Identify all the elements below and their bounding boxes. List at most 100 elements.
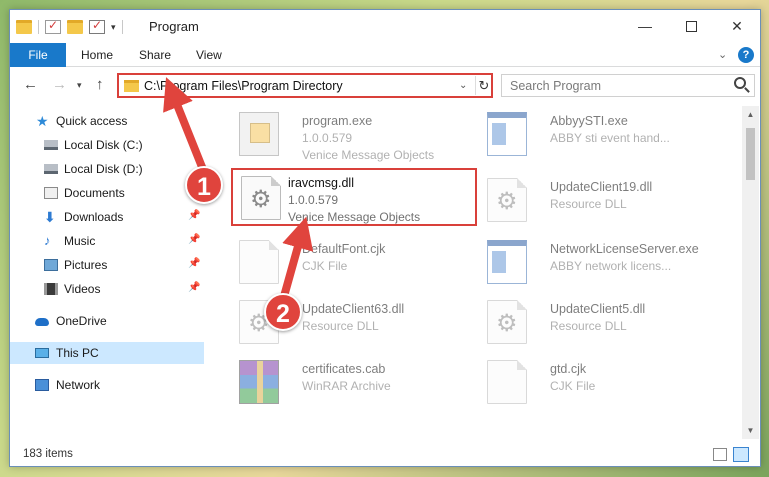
toolbar-divider bbox=[38, 20, 39, 34]
properties-icon[interactable] bbox=[45, 18, 61, 34]
help-icon[interactable]: ? bbox=[738, 47, 754, 63]
address-path[interactable]: C:\Program Files\Program Directory bbox=[144, 79, 343, 93]
expand-ribbon-chevron-icon[interactable]: ⌄ bbox=[718, 48, 727, 61]
vertical-scrollbar[interactable]: ▲ ▼ bbox=[742, 106, 759, 439]
file-name: AbbyySTI.exe bbox=[550, 114, 628, 128]
file-version: 1.0.0.579 bbox=[302, 131, 353, 145]
exe-icon bbox=[239, 112, 279, 156]
window-title: Program bbox=[149, 19, 199, 34]
file-item-iravcmsg-dll[interactable]: iravcmsg.dll 1.0.0.579 Venice Message Ob… bbox=[231, 168, 477, 226]
address-dropdown-chevron-icon[interactable]: ⌄ bbox=[459, 80, 467, 91]
status-bar: 183 items bbox=[10, 443, 760, 466]
file-type: Resource DLL bbox=[550, 319, 627, 333]
file-version: 1.0.0.579 bbox=[288, 193, 339, 207]
file-item-updateclient19-dll[interactable]: UpdateClient19.dll Resource DLL bbox=[479, 174, 719, 226]
title-bar: ▾ Program — ✕ bbox=[10, 10, 760, 43]
scroll-up-arrow-icon[interactable]: ▲ bbox=[742, 106, 759, 123]
file-name: DefaultFont.cjk bbox=[302, 242, 386, 256]
gear-file-icon bbox=[487, 300, 527, 344]
sidebar-item-label: Quick access bbox=[56, 114, 128, 128]
sidebar-item-label: Local Disk (D:) bbox=[64, 162, 143, 176]
step-1-badge: 1 bbox=[185, 166, 223, 204]
file-description: Venice Message Objects bbox=[288, 210, 421, 224]
refresh-icon[interactable]: ↻ bbox=[475, 76, 492, 95]
file-item-abbyysti-exe[interactable]: AbbyySTI.exe ABBY sti event hand... bbox=[479, 108, 719, 160]
pin-icon[interactable]: 📌 bbox=[188, 234, 200, 245]
sidebar-item-videos[interactable]: Videos 📌 bbox=[10, 278, 204, 300]
pin-icon[interactable]: 📌 bbox=[188, 258, 200, 269]
file-type: Resource DLL bbox=[302, 319, 379, 333]
sidebar-item-downloads[interactable]: ⬇ Downloads 📌 bbox=[10, 206, 204, 228]
sidebar-item-label: OneDrive bbox=[56, 314, 107, 328]
tab-home[interactable]: Home bbox=[81, 43, 113, 67]
navigation-pane: ★ Quick access Local Disk (C:) Local Dis… bbox=[10, 106, 204, 439]
item-count: 183 items bbox=[23, 448, 73, 460]
sidebar-item-network[interactable]: Network bbox=[10, 374, 204, 396]
file-item-updateclient5-dll[interactable]: UpdateClient5.dll Resource DLL bbox=[479, 296, 719, 348]
drive-icon bbox=[44, 140, 58, 150]
sidebar-item-label: Network bbox=[56, 378, 101, 392]
minimize-button[interactable]: — bbox=[622, 10, 668, 42]
tab-view[interactable]: View bbox=[196, 43, 222, 67]
film-strip-icon bbox=[44, 283, 58, 295]
recent-locations-chevron-icon[interactable]: ▾ bbox=[77, 80, 82, 91]
sidebar-item-quick-access[interactable]: ★ Quick access bbox=[10, 110, 204, 132]
search-input[interactable]: Search Program bbox=[510, 79, 601, 93]
file-type: Resource DLL bbox=[550, 197, 627, 211]
tab-share[interactable]: Share bbox=[139, 43, 171, 67]
documents-icon bbox=[44, 187, 58, 199]
file-item-networklicenseserver-exe[interactable]: NetworkLicenseServer.exe ABBY network li… bbox=[479, 236, 719, 288]
pin-icon[interactable]: 📌 bbox=[188, 282, 200, 293]
sidebar-item-this-pc[interactable]: This PC bbox=[10, 342, 204, 364]
ribbon-tabs: File Home Share View ⌄ ? bbox=[10, 43, 760, 67]
search-box[interactable]: Search Program bbox=[501, 74, 755, 97]
file-item-gtd-cjk[interactable]: gtd.cjk CJK File bbox=[479, 356, 719, 408]
network-icon bbox=[35, 379, 49, 391]
sidebar-item-label: Documents bbox=[64, 186, 125, 200]
sidebar-item-local-disk-c[interactable]: Local Disk (C:) bbox=[10, 134, 204, 156]
tab-file[interactable]: File bbox=[10, 43, 66, 67]
app-window-icon bbox=[487, 240, 527, 284]
up-arrow-icon[interactable]: ↑ bbox=[96, 76, 104, 93]
address-bar[interactable]: C:\Program Files\Program Directory ⌄ ↻ bbox=[117, 73, 493, 98]
chevron-down-icon[interactable]: ▾ bbox=[111, 22, 116, 33]
sidebar-item-local-disk-d[interactable]: Local Disk (D:) bbox=[10, 158, 204, 180]
folder-icon bbox=[16, 20, 32, 34]
large-icons-view-icon[interactable] bbox=[733, 447, 749, 462]
sidebar-item-onedrive[interactable]: OneDrive bbox=[10, 310, 204, 332]
step-2-badge: 2 bbox=[264, 293, 302, 331]
sidebar-item-documents[interactable]: Documents 📌 bbox=[10, 182, 204, 204]
sidebar-item-music[interactable]: ♪ Music 📌 bbox=[10, 230, 204, 252]
file-description: Venice Message Objects bbox=[302, 148, 435, 162]
details-view-icon[interactable] bbox=[713, 448, 727, 461]
file-name: NetworkLicenseServer.exe bbox=[550, 242, 699, 256]
sidebar-item-label: Music bbox=[64, 234, 96, 248]
sidebar-item-pictures[interactable]: Pictures 📌 bbox=[10, 254, 204, 276]
navigation-row: ← → ▾ ↑ C:\Program Files\Program Directo… bbox=[10, 68, 760, 104]
sidebar-item-label: Videos bbox=[64, 282, 101, 296]
toolbar-divider bbox=[121, 20, 123, 34]
file-name: iravcmsg.dll bbox=[288, 176, 354, 190]
pin-icon[interactable]: 📌 bbox=[188, 210, 200, 221]
cloud-icon bbox=[35, 318, 49, 326]
file-name: gtd.cjk bbox=[550, 362, 587, 376]
drive-icon bbox=[44, 164, 58, 174]
file-item-defaultfont-cjk[interactable]: DefaultFont.cjk CJK File bbox=[231, 236, 471, 288]
back-arrow-icon[interactable]: ← bbox=[23, 76, 38, 93]
download-arrow-icon: ⬇ bbox=[44, 209, 56, 225]
file-item-certificates-cab[interactable]: certificates.cab WinRAR Archive bbox=[231, 356, 471, 408]
pictures-icon bbox=[44, 259, 58, 271]
scroll-down-arrow-icon[interactable]: ▼ bbox=[742, 422, 759, 439]
close-button[interactable]: ✕ bbox=[714, 10, 760, 42]
maximize-button[interactable] bbox=[668, 10, 714, 42]
file-item-program-exe[interactable]: program.exe 1.0.0.579 Venice Message Obj… bbox=[231, 108, 471, 162]
file-list: program.exe 1.0.0.579 Venice Message Obj… bbox=[207, 106, 739, 439]
customize-list-icon[interactable] bbox=[89, 18, 105, 34]
new-folder-icon[interactable] bbox=[67, 20, 83, 34]
explorer-window: ▾ Program — ✕ File Home Share View ⌄ ? ←… bbox=[9, 9, 761, 467]
maximize-icon bbox=[685, 20, 697, 32]
file-name: UpdateClient19.dll bbox=[550, 180, 653, 194]
scrollbar-thumb[interactable] bbox=[746, 128, 755, 180]
search-icon bbox=[734, 77, 746, 89]
forward-arrow-icon[interactable]: → bbox=[52, 76, 67, 93]
